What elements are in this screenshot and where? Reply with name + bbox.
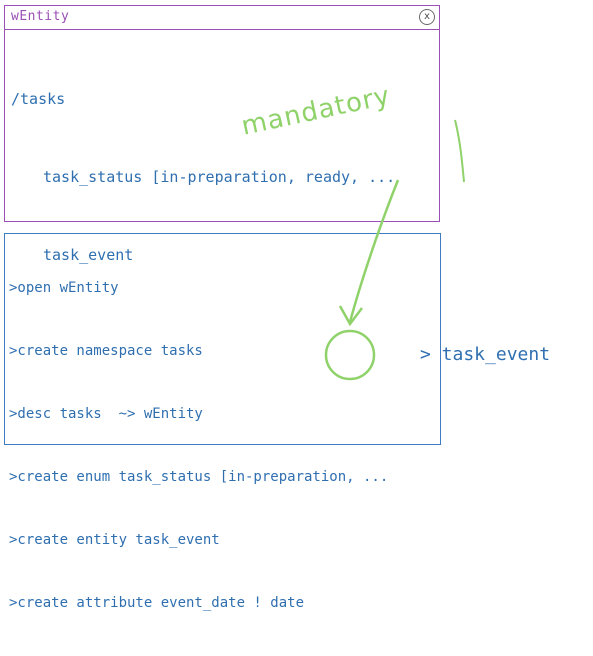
console-line: >open wEntity <box>9 280 119 296</box>
annotation-underline <box>454 119 465 183</box>
field-item-task-status[interactable]: task_status [in-preparation, ready, ... <box>11 164 395 190</box>
console-line: >create attribute event_date ! date <box>9 595 305 611</box>
console-continuation: > task_event <box>420 344 551 365</box>
console-line: >create enum task_status [in-preparation… <box>9 469 389 485</box>
console-panel[interactable]: >open wEntity >create namespace tasks >d… <box>4 233 441 611</box>
entity-titlebar: wEntity x <box>5 6 439 30</box>
close-icon: x <box>423 11 431 22</box>
entity-title: wEntity <box>11 9 70 24</box>
close-button[interactable]: x <box>419 9 435 25</box>
console-line: >create entity task_event <box>9 532 220 548</box>
console-output: >open wEntity >create namespace tasks >d… <box>9 236 388 656</box>
console-line: >desc tasks ~> wEntity <box>9 406 203 422</box>
console-line: >create namespace tasks <box>9 343 203 359</box>
